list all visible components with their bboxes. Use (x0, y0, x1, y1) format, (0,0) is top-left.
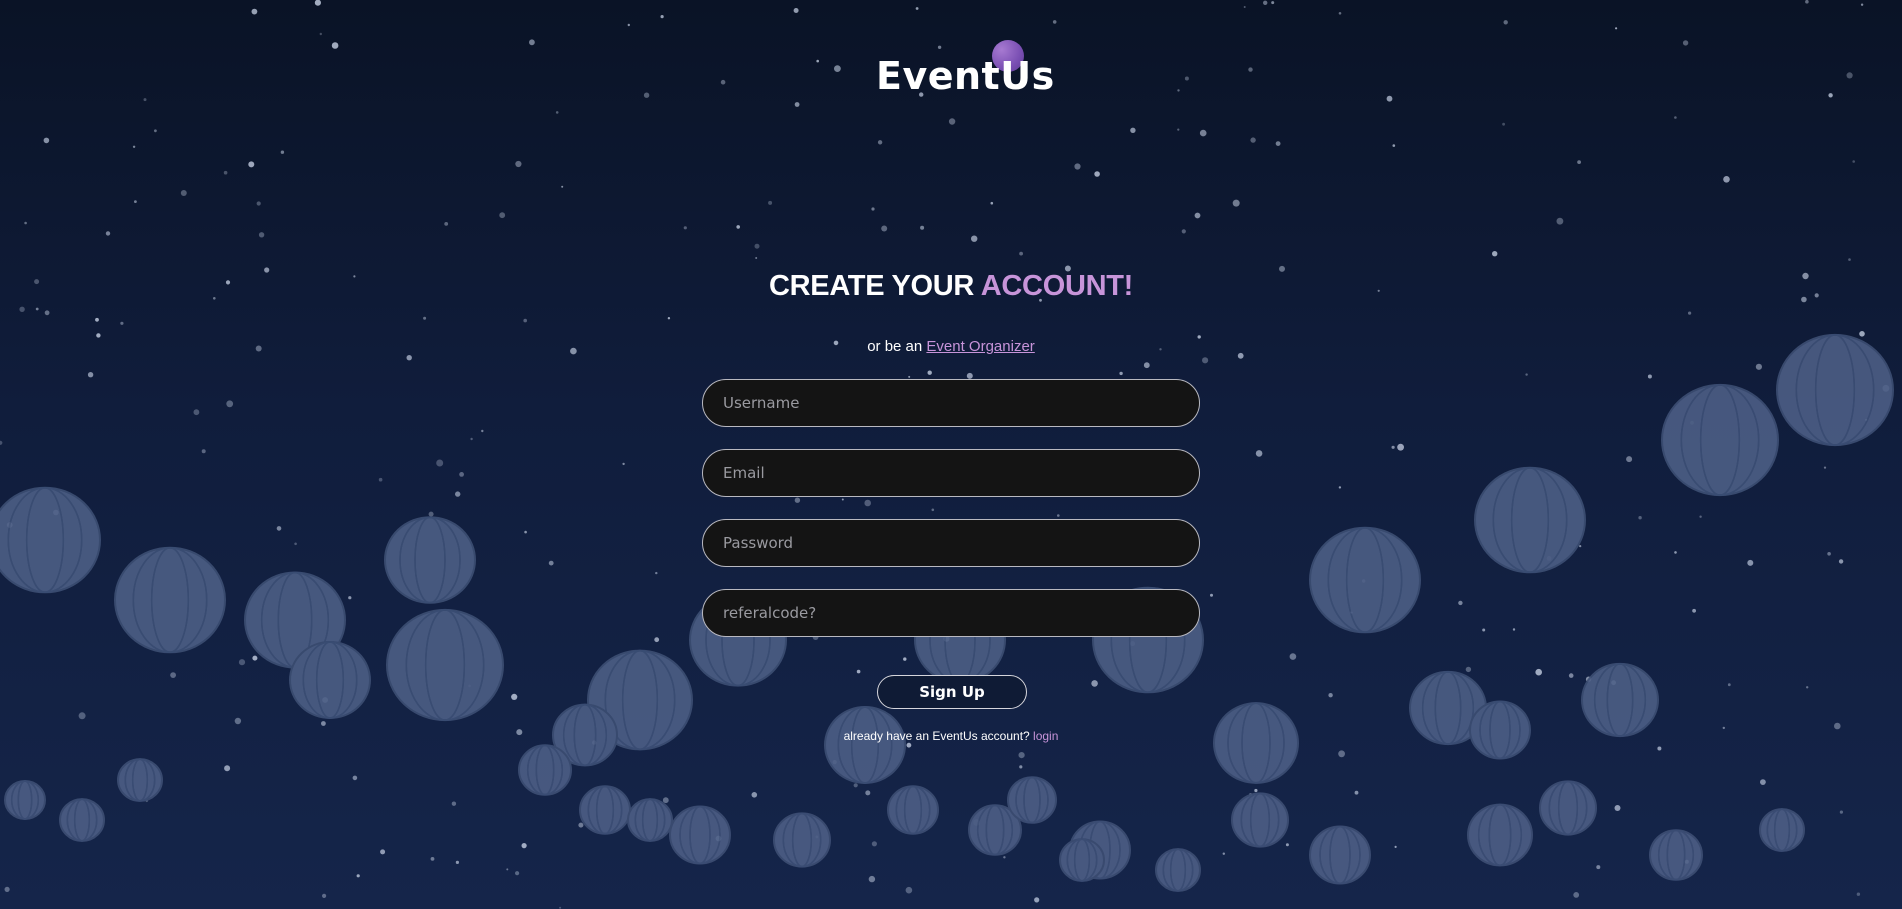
brand-name: EventUs (876, 54, 1055, 98)
password-input[interactable] (702, 519, 1200, 567)
login-prompt: already have an EventUs account? login (0, 729, 1902, 743)
username-input[interactable] (702, 379, 1200, 427)
event-organizer-link[interactable]: Event Organizer (926, 338, 1034, 355)
login-link[interactable]: login (1033, 729, 1058, 743)
title-accent: ACCOUNT! (980, 270, 1134, 302)
eventus-logo[interactable]: EventUs (876, 40, 1054, 102)
title-part-1: CREATE YOUR (768, 270, 981, 302)
sign-up-button[interactable]: Sign Up (877, 675, 1027, 709)
login-prompt-text: already have an EventUs account? (843, 729, 1034, 743)
organizer-prefix: or be an (867, 338, 927, 355)
email-input[interactable] (702, 449, 1200, 497)
referral-code-input[interactable] (702, 589, 1200, 637)
page-title: CREATE YOUR ACCOUNT! (0, 270, 1902, 303)
organizer-line: or be an Event Organizer (0, 338, 1902, 355)
